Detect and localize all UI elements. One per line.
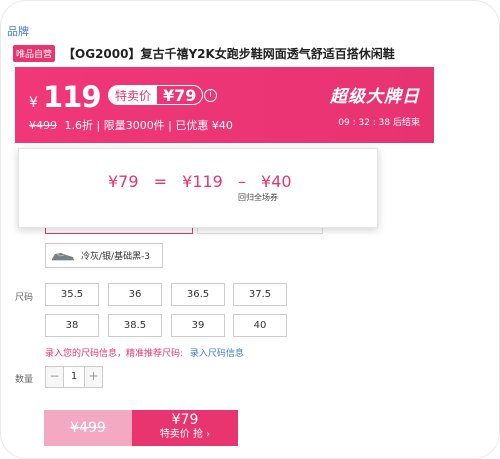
size-option[interactable]: 38 — [45, 314, 99, 337]
size-option[interactable]: 36 — [108, 283, 162, 306]
special-price-pill: 特卖价 ¥79 — [108, 85, 204, 105]
brand-link[interactable]: 品牌 — [7, 23, 29, 39]
quantity-stepper: − 1 + — [45, 366, 103, 388]
quantity-decrease-button[interactable]: − — [46, 367, 63, 387]
color-option-label: 冷灰/银/基础黑-3 — [81, 252, 151, 262]
size-option[interactable]: 37.5 — [233, 283, 287, 306]
price-sub-line: ¥499 1.6折 | 限量3000件 | 已优惠 ¥40 — [29, 117, 233, 133]
buy-special-price: ¥79 — [171, 412, 199, 428]
buy-bar: ¥499 ¥79 特卖价 抢 › — [44, 410, 238, 446]
title-row: 唯品自营 【OG2000】复古千禧Y2K女跑步鞋网面透气舒适百搭休闲鞋 — [13, 44, 395, 62]
size-option[interactable]: 39 — [171, 314, 225, 337]
size-option[interactable]: 40 — [233, 314, 287, 337]
quantity-input[interactable]: 1 — [63, 367, 85, 387]
currency-symbol: ¥ — [29, 95, 38, 111]
product-card: 品牌 唯品自营 【OG2000】复古千禧Y2K女跑步鞋网面透气舒适百搭休闲鞋 ¥… — [0, 0, 500, 459]
special-price-value: ¥79 — [163, 85, 197, 105]
countdown-timer: 09 : 32 : 38 后结束 — [338, 118, 420, 128]
enter-size-link[interactable]: 录入尺码信息 — [190, 349, 244, 359]
event-title: 超级大牌日 — [330, 87, 420, 107]
self-operated-badge: 唯品自营 — [13, 44, 56, 62]
size-row-label: 尺码 — [15, 293, 34, 303]
shoe-thumbnail-icon — [51, 250, 75, 262]
buy-special-price-button[interactable]: ¥79 特卖价 抢 › — [132, 410, 238, 446]
quantity-row-label: 数量 — [15, 375, 34, 385]
size-option[interactable]: 38.5 — [108, 314, 162, 337]
popup-minus: – — [237, 172, 246, 191]
buy-original-price-button[interactable]: ¥499 — [44, 410, 132, 446]
size-option[interactable]: 36.5 — [171, 283, 225, 306]
popup-coupon-amount: ¥40 — [261, 172, 292, 191]
popup-final-price: ¥79 — [108, 172, 139, 191]
size-hint-text: 录入您的尺码信息，精准推荐尺码: — [45, 349, 184, 359]
discount-info: 1.6折 | 限量3000件 | 已优惠 ¥40 — [64, 119, 233, 132]
original-price: ¥499 — [29, 119, 57, 132]
price-equation: ¥79 = ¥119 – ¥40 — [108, 172, 302, 191]
buy-special-label: 特卖价 抢 › — [159, 429, 211, 440]
special-price-label: 特卖价 — [109, 86, 158, 104]
color-option[interactable]: 冷灰/银/基础黑-3 — [45, 243, 163, 268]
info-icon[interactable]: i — [204, 89, 217, 102]
price-breakdown-popup: ¥79 = ¥119 – ¥40 回归全场券 — [18, 148, 378, 228]
popup-coupon-note: 回归全场券 — [238, 193, 278, 202]
size-hint: 录入您的尺码信息，精准推荐尺码: 录入尺码信息 — [45, 346, 244, 359]
quantity-increase-button[interactable]: + — [85, 367, 102, 387]
popup-base-price: ¥119 — [182, 172, 223, 191]
price-banner: ¥ 119 特卖价 ¥79 i ¥499 1.6折 | 限量3000件 | 已优… — [15, 67, 434, 143]
current-price: 119 — [43, 80, 102, 114]
size-option[interactable]: 35.5 — [45, 283, 99, 306]
product-title: 【OG2000】复古千禧Y2K女跑步鞋网面透气舒适百搭休闲鞋 — [63, 46, 395, 61]
popup-equals: = — [153, 172, 168, 191]
